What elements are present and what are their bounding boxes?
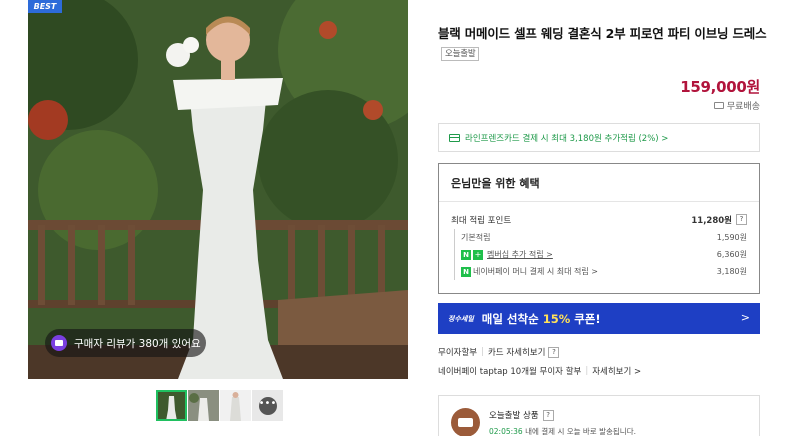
product-image[interactable] [28,0,408,379]
review-summary-text: 구매자 리뷰가 380개 있어요 [74,337,201,350]
best-badge: BEST [28,0,62,13]
today-ship-subtext: 02:05:36 내에 결제 시 오늘 바로 발송됩니다. [489,427,636,436]
thumbnail-more-button[interactable]: ••• [252,390,283,421]
product-title: 블랙 머메이드 셀프 웨딩 결혼식 2부 피로연 파티 이브닝 드레스 [438,26,767,41]
thumbnail-3-art [220,390,251,421]
product-price: 159,000원 [680,78,760,96]
thumbnail-3[interactable] [220,390,251,421]
max-points-label: 최대 적립 포인트 [451,215,512,226]
points-value-membership: 6,360원 [716,250,747,259]
points-value-basic: 1,590원 [716,233,747,242]
benefit-box: 은님만을 위한 혜택 최대 적립 포인트 11,280원 ? 기본적립 1,59… [438,163,760,294]
review-chat-icon [51,335,67,351]
delivery-truck-icon [451,408,480,436]
today-ship-title: 오늘출발 상품 [489,411,539,421]
countdown-time: 02:05:36 [489,427,523,436]
thumbnail-strip: ••• [156,390,283,421]
naver-n-icon: N [461,250,471,260]
points-row-basic: 기본적립 1,590원 [439,229,759,246]
coupon-banner[interactable]: 정수세일 매일 선착순 15% 쿠폰! > [438,303,760,334]
shipping-label: 무료배송 [726,102,760,112]
points-row-naverpay[interactable]: N 네이버페이 머니 결제 시 최대 적립 > 3,180원 [439,263,759,280]
points-label-basic: 기본적립 [461,233,491,242]
more-dots-icon: ••• [258,396,277,415]
thumbnail-2[interactable] [188,390,219,421]
coupon-text: 매일 선착순 15% 쿠폰! [481,311,601,326]
product-title-block: 블랙 머메이드 셀프 웨딩 결혼식 2부 피로연 파티 이브닝 드레스 오늘출발 [438,24,768,64]
card-promo-text: 라인프렌즈카드 결제 시 최대 3,180원 추가적립 (2%) > [465,133,669,144]
chevron-right-icon: > [740,311,750,324]
help-icon[interactable]: ? [548,346,560,358]
taptap-label: 네이버페이 taptap 10개월 무이자 할부 [438,367,582,377]
points-row-membership[interactable]: N + 멤버십 추가 적립 > 6,360원 [439,246,759,263]
card-detail-link[interactable]: 카드 자세히보기 [488,346,545,358]
today-ship-title-row: 오늘출발 상품 ? [489,409,554,421]
taptap-row: 네이버페이 taptap 10개월 무이자 할부 | 자세히보기 > [438,365,642,377]
max-points-row: 최대 적립 포인트 11,280원 ? [439,210,759,229]
product-photo-art [28,0,408,379]
today-ship-tag: 오늘출발 [441,47,480,61]
thumbnail-1[interactable] [156,390,187,421]
points-label-membership[interactable]: 멤버십 추가 적립 > [487,250,553,259]
coupon-logo: 정수세일 [448,314,474,323]
thumbnail-2-art [188,390,219,421]
shipping-info: 무료배송 [713,99,760,112]
help-icon[interactable]: ? [542,409,554,421]
installment-row: 무이자할부 | 카드 자세히보기 ? [438,346,560,358]
help-icon[interactable]: ? [736,214,747,225]
truck-icon [713,102,724,109]
naverpay-icon: N [461,267,471,277]
credit-card-icon [449,133,460,142]
max-points-value: 11,280원 [691,215,732,226]
installment-label: 무이자할부 [438,348,478,358]
taptap-detail-link[interactable]: 자세히보기 > [592,365,641,377]
today-ship-box: 오늘출발 상품 ? 02:05:36 내에 결제 시 오늘 바로 발송됩니다. [438,395,760,436]
coupon-discount: 15% [542,311,571,326]
points-label-naverpay[interactable]: 네이버페이 머니 결제 시 최대 적립 > [473,267,598,276]
review-summary-pill[interactable]: 구매자 리뷰가 380개 있어요 [45,329,206,357]
benefit-header: 은님만을 위한 혜택 [439,164,759,202]
plus-icon: + [473,250,483,260]
points-value-naverpay: 3,180원 [716,267,747,276]
card-promo-link[interactable]: 라인프렌즈카드 결제 시 최대 3,180원 추가적립 (2%) > [438,123,760,152]
thumbnail-1-art [156,390,187,421]
